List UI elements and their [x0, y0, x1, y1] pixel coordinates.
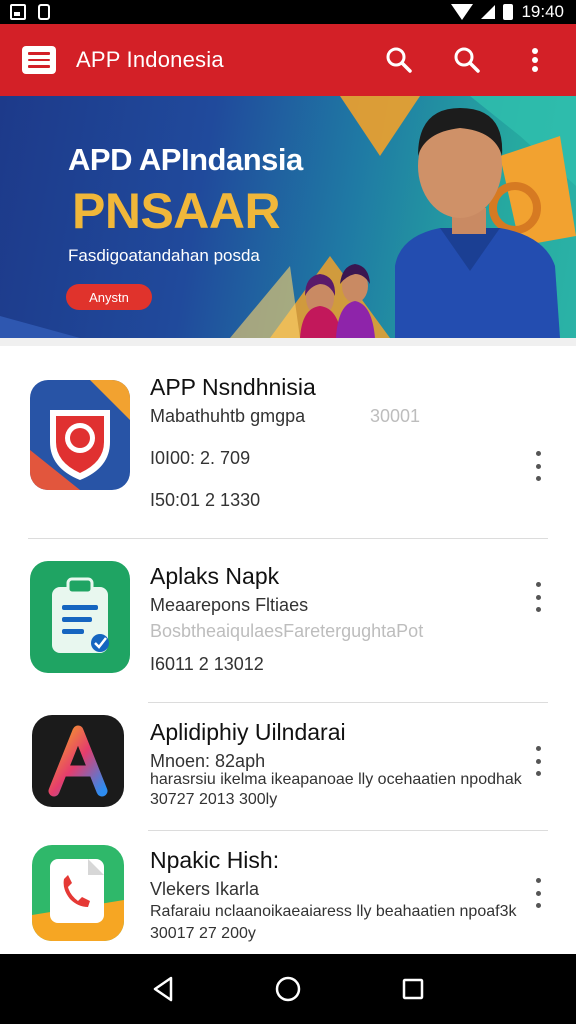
status-indicators: 19:40 — [451, 2, 576, 22]
app-date: I50:01 2 1330 — [150, 490, 261, 510]
app-subtitle: Vlekers Ikarla — [150, 879, 260, 899]
back-icon[interactable] — [143, 969, 183, 1009]
app-date: I6011 2 13012 — [150, 654, 264, 674]
banner-subtitle: Fasdigoatandahan posda — [68, 246, 260, 265]
app-title: Aplaks Napk — [150, 563, 280, 589]
status-notifications — [0, 4, 50, 20]
app-bar-actions — [384, 45, 576, 75]
app-subtitle: Mnoen: 82aph — [150, 751, 266, 771]
app-title: Npakic Hish: — [150, 847, 280, 873]
system-nav-bar — [0, 954, 576, 1024]
clipboard-app-icon — [30, 561, 130, 673]
more-vert-icon[interactable] — [520, 45, 550, 75]
section-divider — [0, 338, 576, 346]
app-bar: APP Indonesia — [0, 24, 576, 96]
app-title: APP Indonesia — [76, 47, 224, 72]
app-title: Aplidiphiy Uilndarai — [150, 719, 346, 745]
list-item[interactable]: APP Nsndhnisia Mabathuhtb gmgpa 30001 I0… — [0, 346, 576, 538]
app-subtitle-faded: BosbtheaiqulaesFaretergughtaPot — [150, 621, 424, 641]
recents-icon[interactable] — [393, 969, 433, 1009]
signal-icon — [481, 5, 496, 19]
app-title: APP Nsndhnisia — [150, 374, 316, 400]
app-description: Rafaraiu nclaanoikaeaiaress lly beahaati… — [150, 903, 517, 920]
search-icon[interactable] — [384, 45, 414, 75]
app-subtitle: Mabathuhtb gmgpa — [150, 406, 306, 426]
app-date: 30727 2013 300ly — [150, 791, 278, 808]
list-item[interactable]: Aplidiphiy Uilndarai Mnoen: 82aph harasr… — [0, 703, 576, 830]
banner-headline: PNSAAR — [72, 183, 281, 239]
app-subtitle-faded: 30001 — [370, 406, 421, 426]
app-description: harasrsiu ikelma ikeapanoae lly ocehaati… — [150, 771, 522, 788]
hamburger-icon[interactable] — [22, 46, 56, 74]
phone-app-icon — [32, 845, 124, 941]
wifi-icon — [451, 4, 474, 20]
app-subtitle: Meaarepons Fltiaes — [150, 595, 309, 615]
more-vert-icon[interactable] — [528, 875, 548, 911]
shield-app-icon — [30, 380, 130, 490]
letter-a-app-icon — [32, 715, 124, 807]
more-vert-icon[interactable] — [528, 743, 548, 779]
list-item[interactable]: Aplaks Napk Meaarepons Fltiaes Bosbtheai… — [0, 539, 576, 702]
search-icon[interactable] — [452, 45, 482, 75]
more-vert-icon[interactable] — [528, 448, 548, 484]
home-icon[interactable] — [268, 969, 308, 1009]
list-item[interactable]: Npakic Hish: Vlekers Ikarla Rafaraiu ncl… — [0, 831, 576, 954]
more-vert-icon[interactable] — [528, 579, 548, 615]
app-meta: I0I00: 2. 709 — [150, 448, 251, 468]
promo-banner[interactable]: APD APIndansia PNSAAR Fasdigoatandahan p… — [0, 96, 576, 338]
banner-title: APD APIndansia — [68, 142, 303, 177]
lock-notification-icon — [38, 4, 50, 20]
status-bar: 19:40 — [0, 0, 576, 24]
gallery-notification-icon — [10, 4, 26, 20]
battery-icon — [503, 4, 514, 20]
app-date: 30017 27 200y — [150, 925, 256, 942]
status-time: 19:40 — [521, 2, 564, 21]
banner-cta-button[interactable]: Anystn — [66, 284, 152, 310]
phone-screen: 19:40 APP Indonesia APD APIndansia PNSAA… — [0, 0, 576, 1024]
